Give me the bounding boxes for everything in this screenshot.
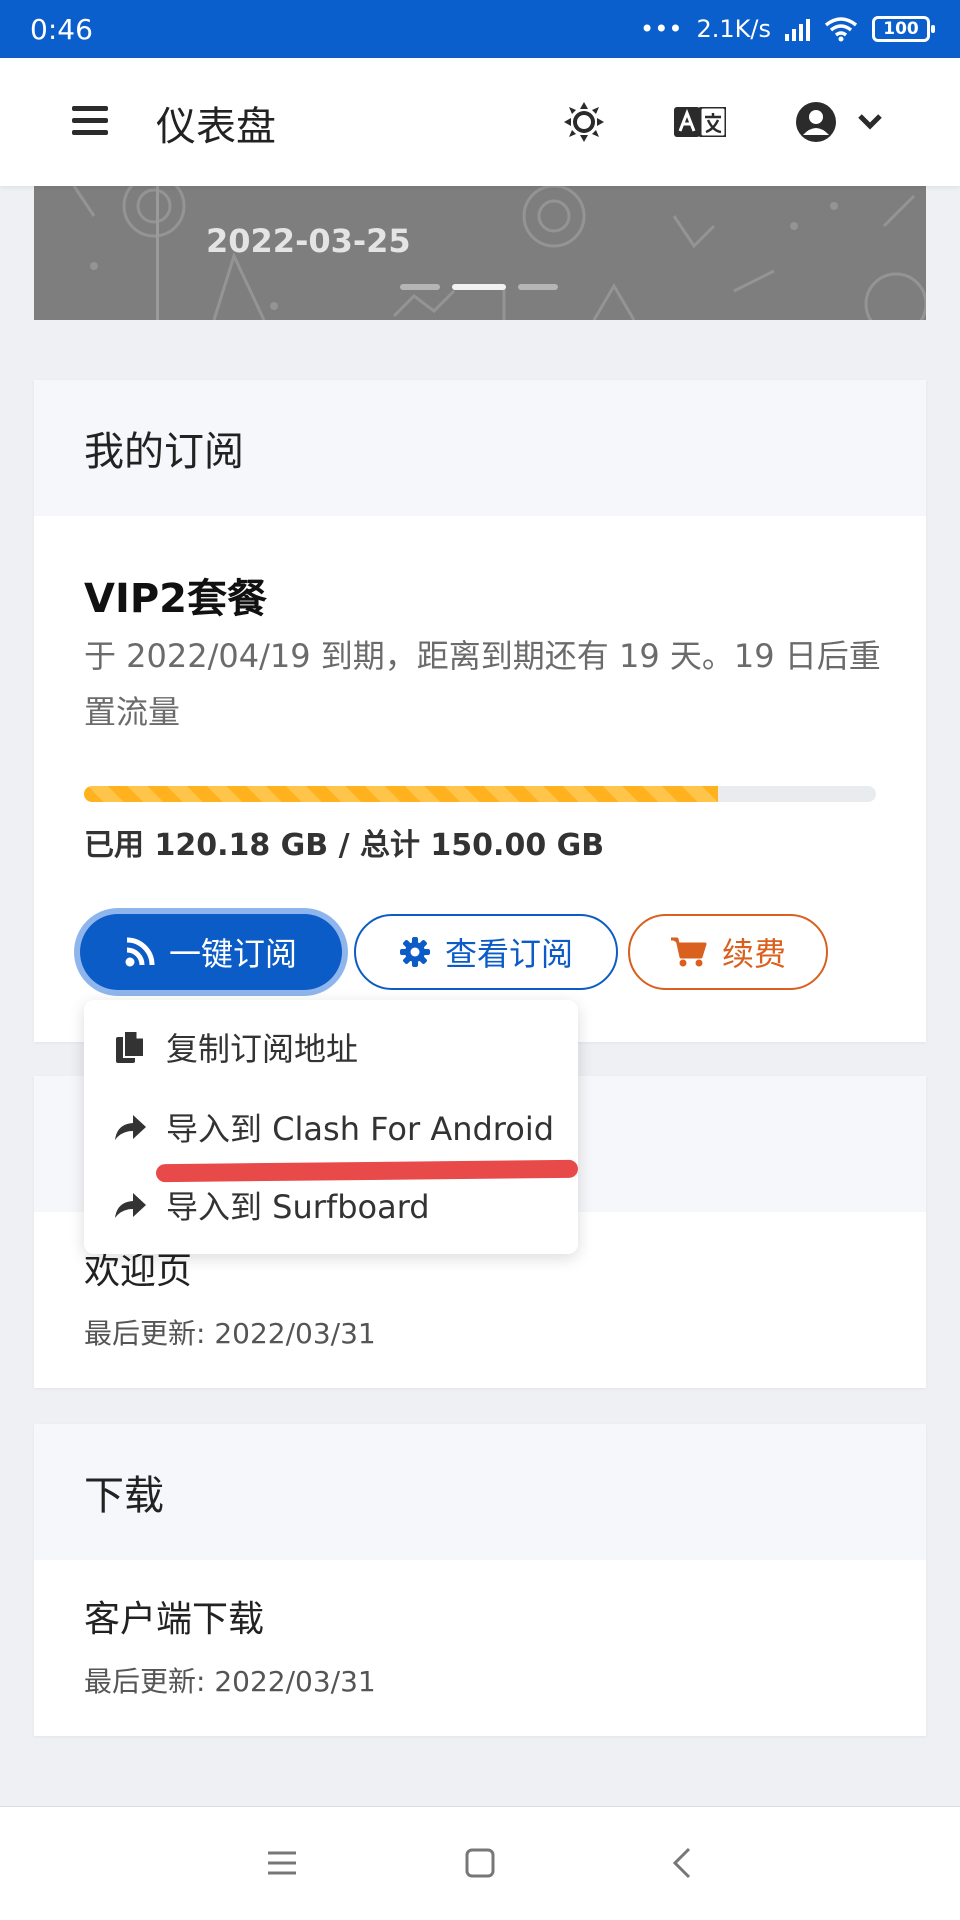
traffic-progress-bar bbox=[84, 786, 876, 802]
subscription-card: 我的订阅 VIP2套餐 于 2022/04/19 到期，距离到期还有 19 天。… bbox=[34, 380, 926, 1042]
plan-name: VIP2套餐 bbox=[84, 576, 267, 622]
status-time: 0:46 bbox=[30, 12, 93, 46]
battery-level: 100 bbox=[883, 19, 919, 39]
page-title: 仪表盘 bbox=[156, 104, 276, 150]
copy-subscription-url-label: 复制订阅地址 bbox=[166, 1030, 359, 1068]
user-icon[interactable] bbox=[788, 94, 844, 150]
traffic-usage-text: 已用 120.18 GB / 总计 150.00 GB bbox=[84, 828, 605, 863]
cart-icon bbox=[670, 937, 707, 967]
carousel-dot[interactable] bbox=[518, 284, 558, 290]
chevron-down-icon[interactable] bbox=[842, 94, 898, 150]
carousel-dot[interactable] bbox=[400, 284, 440, 290]
carousel-dot-active[interactable] bbox=[452, 284, 506, 290]
system-nav-bar bbox=[0, 1806, 960, 1920]
download-card-title: 下载 bbox=[34, 1424, 926, 1560]
import-clash-label: 导入到 Clash For Android bbox=[166, 1110, 555, 1148]
subscribe-dropdown-menu: 复制订阅地址 导入到 Clash For Android 导入到 Surfboa… bbox=[84, 1000, 578, 1254]
signal-icon bbox=[785, 17, 810, 41]
status-bar: 0:46 ••• 2.1K/s 100 bbox=[0, 0, 960, 58]
copy-icon bbox=[112, 1029, 148, 1065]
banner-date: 2022-03-25 bbox=[206, 222, 411, 260]
banner-pattern bbox=[72, 186, 926, 320]
status-icons: ••• 2.1K/s 100 bbox=[640, 15, 935, 43]
subscription-card-title: 我的订阅 bbox=[34, 380, 926, 516]
translate-icon[interactable] bbox=[672, 94, 728, 150]
view-subscription-button[interactable]: 查看订阅 bbox=[354, 914, 618, 990]
battery-icon: 100 bbox=[872, 16, 935, 42]
recent-apps-icon[interactable] bbox=[260, 1841, 304, 1885]
one-click-subscribe-label: 一键订阅 bbox=[168, 935, 297, 973]
back-icon[interactable] bbox=[660, 1841, 704, 1885]
home-icon[interactable] bbox=[458, 1841, 502, 1885]
share-icon bbox=[112, 1109, 148, 1145]
one-click-subscribe-button[interactable]: 一键订阅 bbox=[80, 914, 342, 990]
download-item-updated: 最后更新: 2022/03/31 bbox=[84, 1665, 376, 1698]
renew-label: 续费 bbox=[721, 935, 786, 973]
import-clash-item[interactable]: 导入到 Clash For Android bbox=[84, 1088, 578, 1166]
copy-subscription-url-item[interactable]: 复制订阅地址 bbox=[84, 1008, 578, 1086]
import-surfboard-label: 导入到 Surfboard bbox=[166, 1188, 430, 1226]
banner-divider bbox=[156, 186, 159, 320]
gear-icon bbox=[399, 937, 430, 967]
wifi-icon bbox=[824, 17, 858, 42]
traffic-progress-fill bbox=[84, 786, 719, 802]
app-header: 仪表盘 bbox=[0, 58, 960, 186]
notice-banner[interactable]: 2022-03-25 bbox=[34, 186, 926, 320]
plan-expiry-text: 于 2022/04/19 到期，距离到期还有 19 天。19 日后重置流量 bbox=[84, 637, 881, 731]
view-subscription-label: 查看订阅 bbox=[444, 935, 573, 973]
document-item-updated: 最后更新: 2022/03/31 bbox=[84, 1317, 376, 1350]
menu-icon[interactable] bbox=[72, 106, 108, 136]
rss-icon bbox=[125, 937, 155, 967]
download-card: 下载 客户端下载 最后更新: 2022/03/31 bbox=[34, 1424, 926, 1736]
renew-button[interactable]: 续费 bbox=[628, 914, 828, 990]
carousel-dots bbox=[400, 284, 558, 290]
download-item-title[interactable]: 客户端下载 bbox=[84, 1590, 264, 1642]
network-speed: 2.1K/s bbox=[696, 15, 772, 43]
share-icon bbox=[112, 1187, 148, 1223]
theme-icon[interactable] bbox=[556, 94, 612, 150]
signal-dots-icon: ••• bbox=[640, 15, 683, 43]
